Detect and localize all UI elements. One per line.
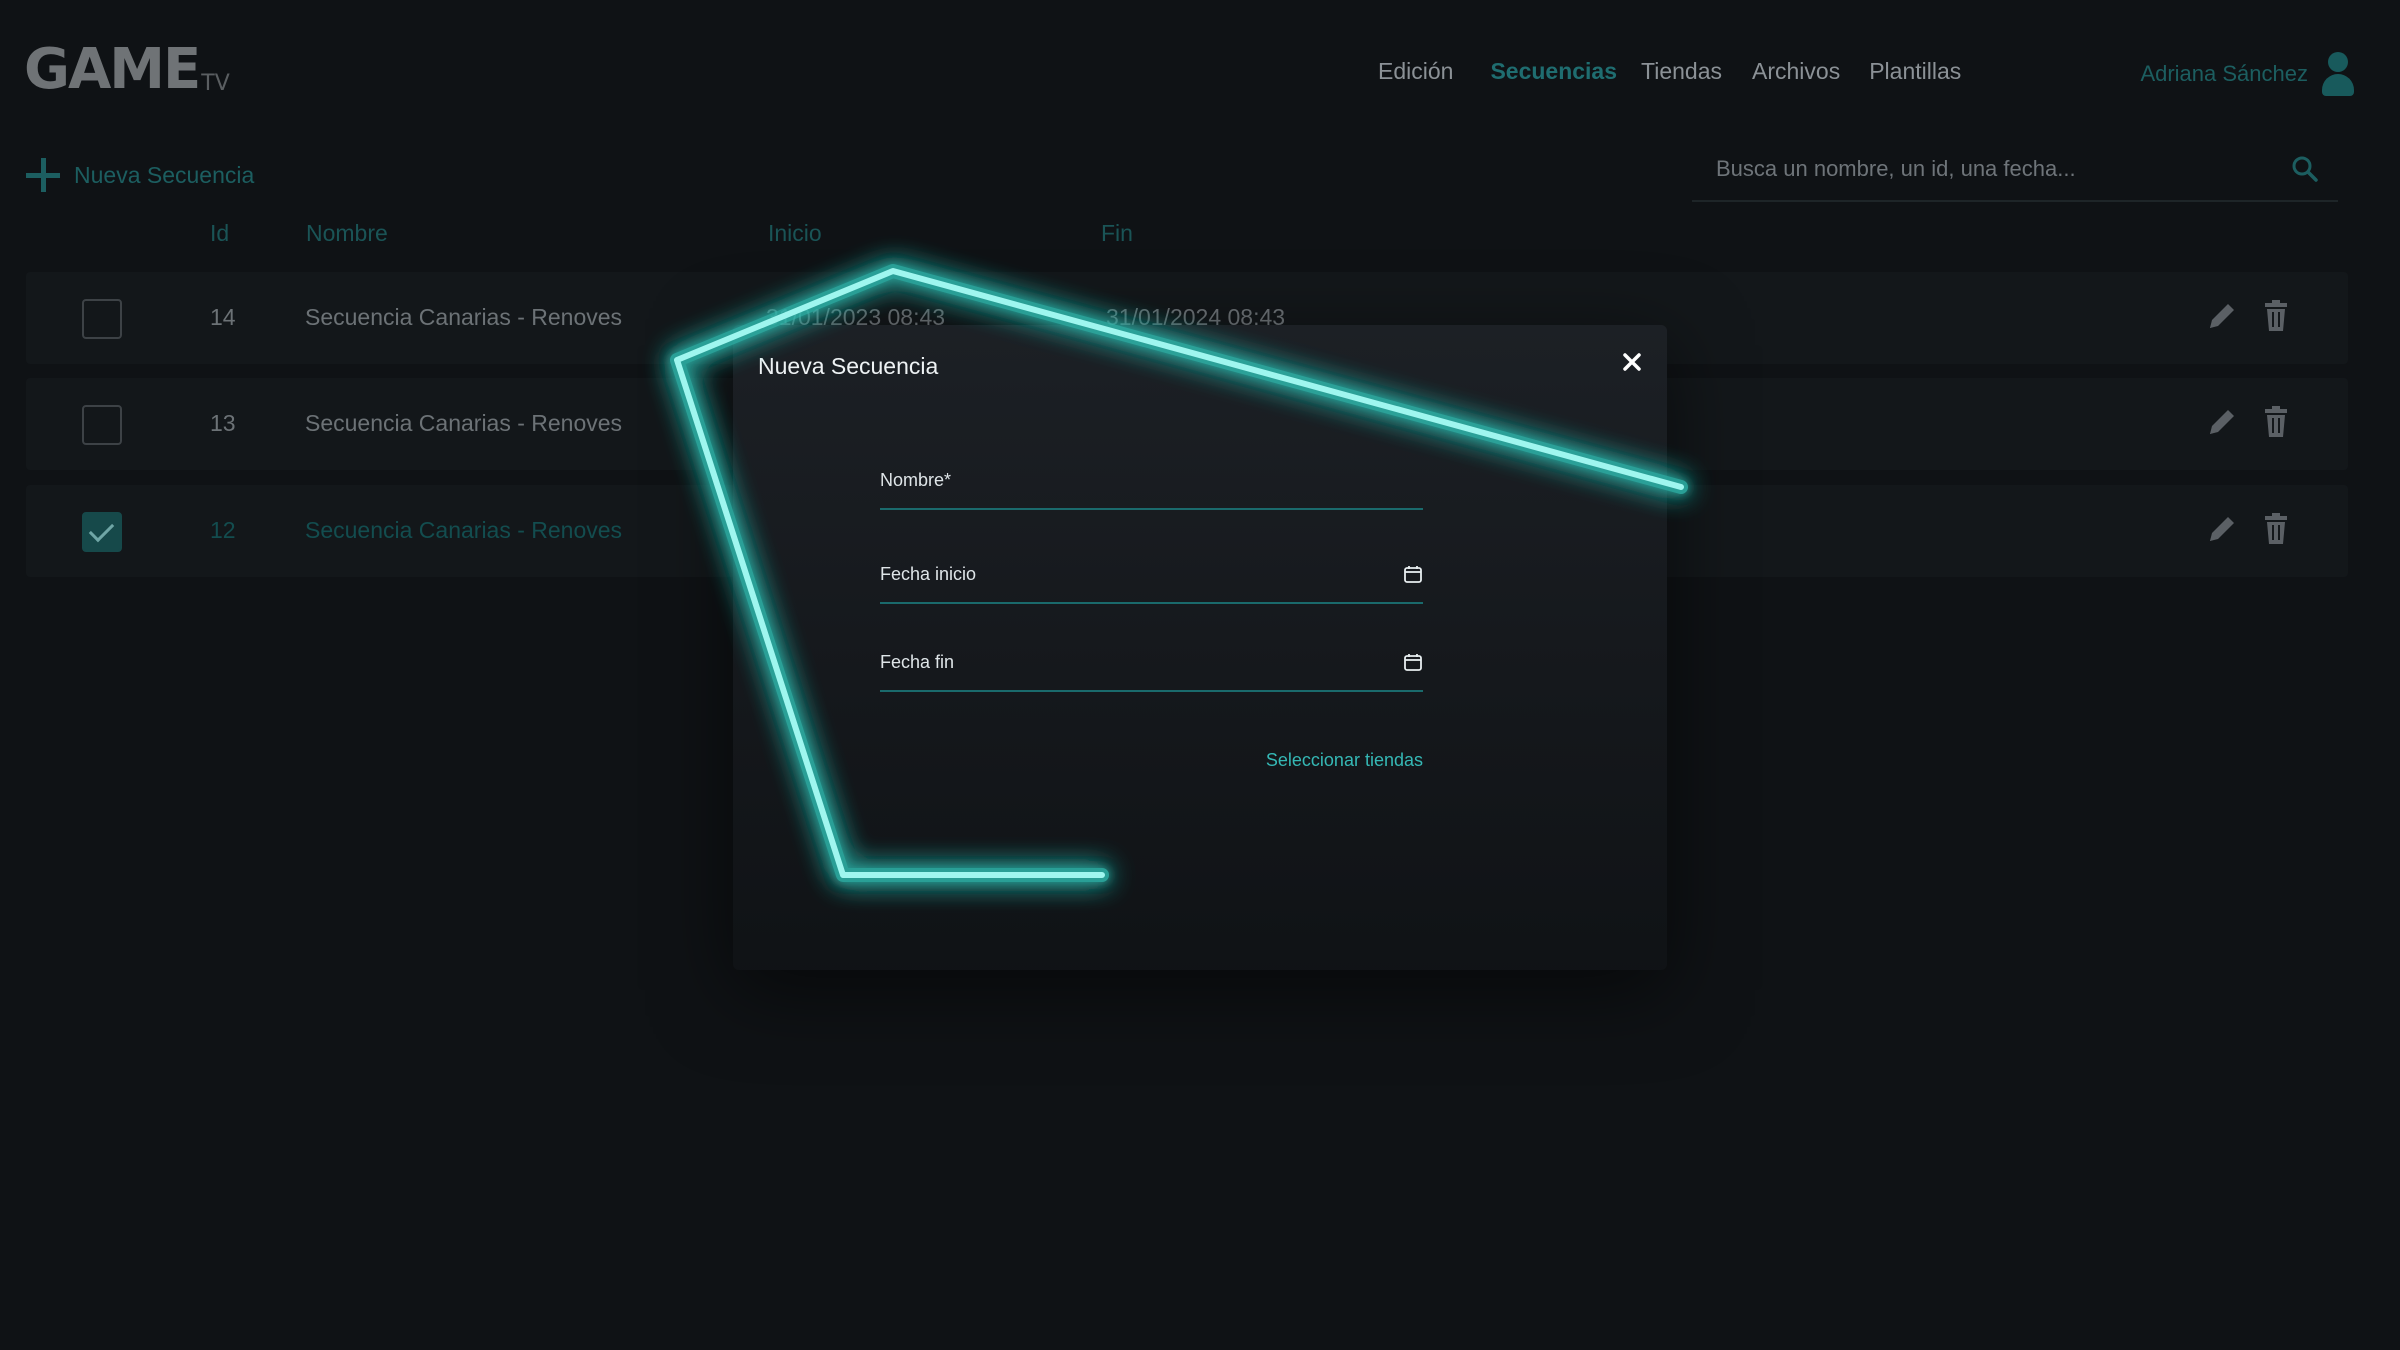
logo-text: GAME <box>24 37 201 102</box>
nav-item-edicion[interactable]: Edición <box>1378 58 1453 85</box>
trash-icon[interactable] <box>2260 298 2292 334</box>
nav-item-secuencias[interactable]: Secuencias <box>1490 58 1617 85</box>
trash-icon[interactable] <box>2260 404 2292 440</box>
pencil-icon[interactable] <box>2206 511 2238 547</box>
row-checkbox[interactable] <box>82 512 122 552</box>
logo[interactable]: GAME TV <box>24 42 230 98</box>
start-date-field: Fecha inicio <box>880 554 1423 604</box>
select-stores-link[interactable]: Seleccionar tiendas <box>1262 750 1423 771</box>
logo-subtext: TV <box>201 71 230 96</box>
new-sequence-button[interactable]: Nueva Secuencia <box>26 158 254 192</box>
row-id: 14 <box>210 304 236 330</box>
search-icon[interactable] <box>2290 154 2320 184</box>
nav-item-archivos[interactable]: Archivos <box>1752 58 1840 85</box>
end-date-field: Fecha fin <box>880 642 1423 692</box>
plus-icon <box>26 158 60 192</box>
row-name: Secuencia Canarias - Renoves <box>305 517 623 543</box>
row-name: Secuencia Canarias - Renoves <box>305 304 623 330</box>
nav-item-plantillas[interactable]: Plantillas <box>1869 58 1961 85</box>
close-icon[interactable] <box>1617 347 1647 377</box>
user-icon <box>2320 52 2354 96</box>
column-header-end[interactable]: Fin <box>1101 220 1133 247</box>
column-header-start[interactable]: Inicio <box>768 220 822 247</box>
row-checkbox[interactable] <box>82 405 122 445</box>
row-checkbox[interactable] <box>82 299 122 339</box>
column-header-id[interactable]: Id <box>210 220 229 247</box>
user-name: Adriana Sánchez <box>2140 61 2308 86</box>
start-date-input[interactable] <box>880 554 1423 602</box>
row-name: Secuencia Canarias - Renoves <box>305 410 623 436</box>
user-menu[interactable]: Adriana Sánchez <box>2140 52 2354 96</box>
dialog-title: Nueva Secuencia <box>758 353 939 379</box>
new-sequence-label: Nueva Secuencia <box>74 161 255 188</box>
main-nav: Edición Secuencias Tiendas Archivos Plan… <box>1378 58 1961 85</box>
pencil-icon[interactable] <box>2206 298 2238 334</box>
top-bar: GAME TV Edición Secuencias Tiendas Archi… <box>0 0 2400 140</box>
table-header: Id Nombre Inicio Fin <box>0 220 2400 250</box>
pencil-icon[interactable] <box>2206 404 2238 440</box>
name-field: Nombre* <box>880 460 1423 510</box>
search-bar <box>1692 148 2338 202</box>
column-header-name[interactable]: Nombre <box>306 220 388 247</box>
new-sequence-dialog: Nueva Secuencia Nombre* Fecha inicio Fec… <box>733 325 1667 970</box>
calendar-icon[interactable] <box>1403 652 1423 672</box>
search-input[interactable] <box>1716 156 2276 182</box>
nav-item-tiendas[interactable]: Tiendas <box>1641 58 1722 85</box>
trash-icon[interactable] <box>2260 511 2292 547</box>
calendar-icon[interactable] <box>1403 564 1423 584</box>
name-input[interactable] <box>880 460 1423 508</box>
row-id: 13 <box>210 410 236 436</box>
row-id: 12 <box>210 517 236 543</box>
end-date-input[interactable] <box>880 642 1423 690</box>
